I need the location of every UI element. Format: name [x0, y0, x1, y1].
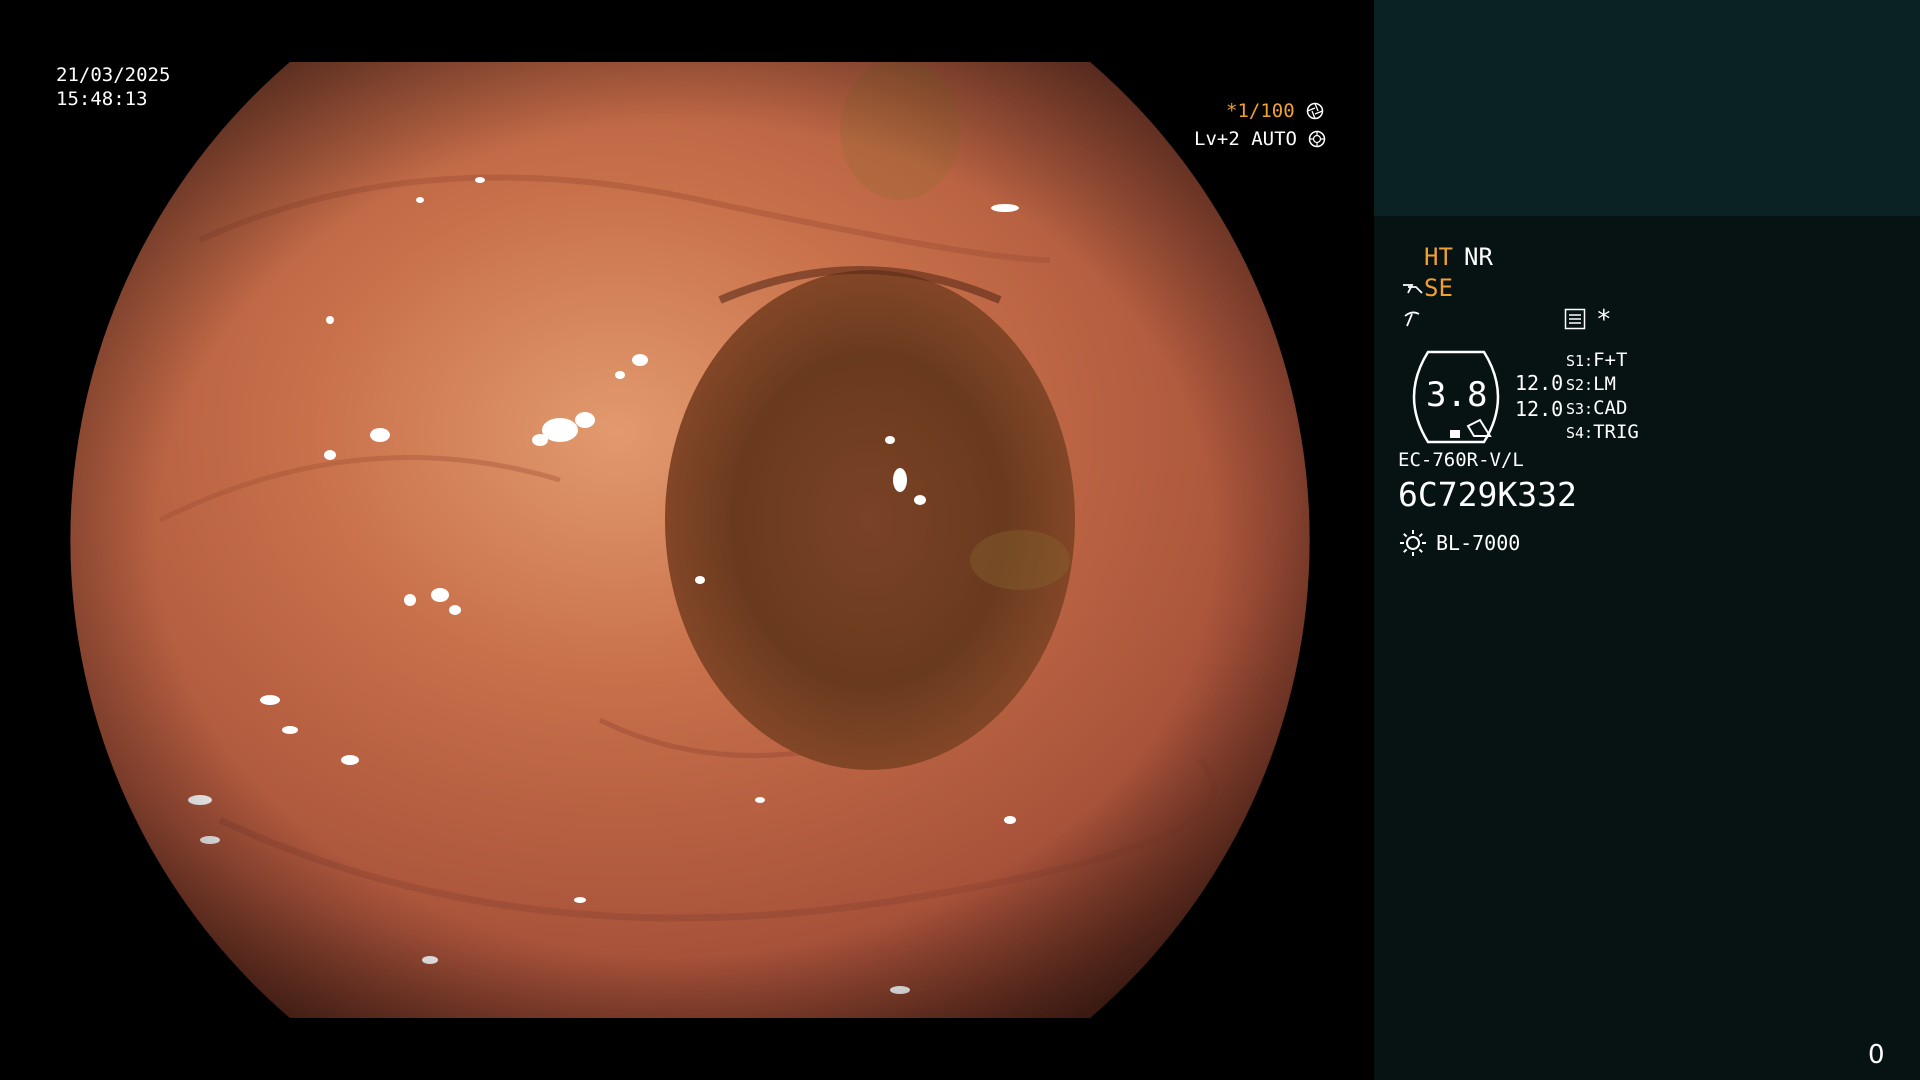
switch-s4-key: S4: [1566, 424, 1594, 442]
asterisk-label: * [1596, 305, 1612, 335]
switch-s4-value: TRIG [1593, 421, 1639, 443]
value-a: 12.0 [1515, 371, 1564, 395]
menu-icon [1564, 308, 1586, 330]
counter-label: 0 [1868, 1040, 1885, 1070]
switch-s1: S1:F+T [1566, 351, 1627, 370]
switch-s2-value: LM [1593, 373, 1616, 395]
aperture-icon [1306, 102, 1324, 120]
switch-s1-key: S1: [1566, 352, 1594, 370]
switch-s3: S3:CAD [1566, 399, 1627, 418]
scope-model: EC-760R-V/L [1398, 449, 1524, 471]
switch-s1-value: F+T [1593, 349, 1628, 371]
lightning-icon [1404, 311, 1420, 327]
time-label: 15:48:13 [56, 88, 148, 110]
date-label: 21/03/2025 [56, 64, 171, 86]
endoscope-view: 21/03/2025 15:48:13 *1/100 Lv+2 AUTO [0, 0, 1372, 1080]
scope-serial: 6C729K332 [1398, 475, 1577, 514]
level-label: Lv+2 AUTO [1194, 130, 1326, 149]
light-icon [1400, 530, 1426, 556]
switch-s2: S2:LM [1566, 375, 1616, 394]
switch-s3-value: CAD [1593, 397, 1628, 419]
light-source-label: BL-7000 [1436, 531, 1521, 555]
scope-icon [1403, 284, 1423, 294]
shutter-label: *1/100 [1226, 102, 1324, 121]
endoscopic-image [70, 62, 1310, 1018]
settings-panel: HT NR SE * 3.8 12.0 12.0 S1:F+T S2:LM S3… [1374, 216, 1920, 1080]
panel-header [1374, 0, 1920, 216]
ht-label: HT [1424, 243, 1453, 271]
nr-label: NR [1464, 243, 1493, 271]
iris-icon [1309, 130, 1326, 148]
level-value: Lv+2 AUTO [1194, 128, 1297, 150]
switch-s2-key: S2: [1566, 376, 1594, 394]
shutter-value: *1/100 [1226, 100, 1295, 122]
switch-s4: S4:TRIG [1566, 423, 1639, 442]
value-b: 12.0 [1515, 397, 1564, 421]
se-label: SE [1424, 274, 1453, 302]
switch-s3-key: S3: [1566, 400, 1594, 418]
gauge-value: 3.8 [1426, 375, 1488, 415]
